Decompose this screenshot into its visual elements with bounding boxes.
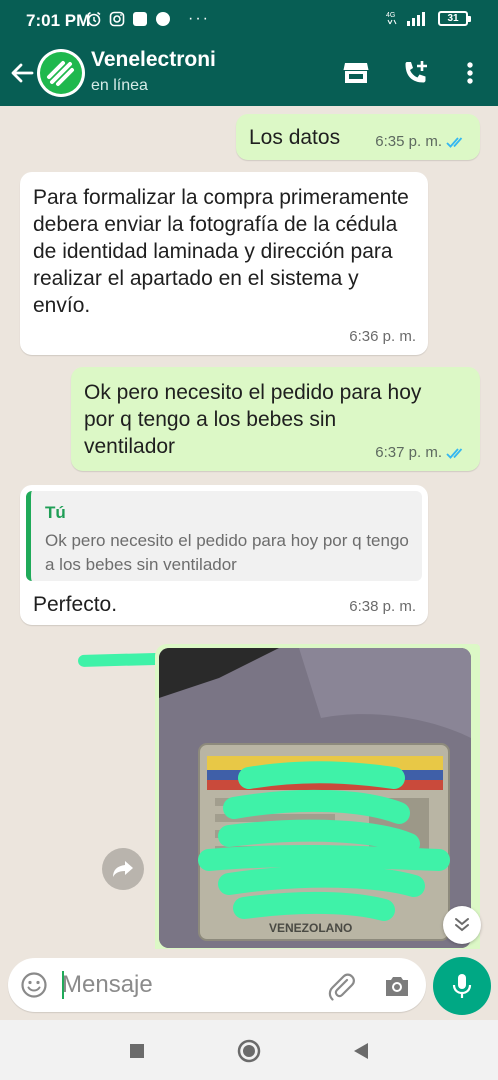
more-options-button[interactable] xyxy=(454,57,486,89)
recents-square-icon xyxy=(130,1044,144,1058)
battery-icon: 31 xyxy=(438,10,471,26)
voice-message-button[interactable] xyxy=(433,957,491,1015)
camera-icon[interactable] xyxy=(382,971,412,1001)
scroll-to-bottom-button[interactable] xyxy=(443,906,481,944)
back-arrow-icon[interactable] xyxy=(8,59,36,87)
message-input[interactable]: Mensaje xyxy=(62,971,153,999)
message-input-container: Mensaje xyxy=(8,958,426,1012)
microphone-icon xyxy=(452,974,472,998)
add-call-icon xyxy=(405,61,427,83)
photo-content: VENEZOLANO xyxy=(159,648,471,948)
more-vert-icon xyxy=(467,62,473,84)
home-circle-icon xyxy=(237,1039,261,1063)
double-chevron-down-icon xyxy=(455,918,469,932)
app-notification-icon xyxy=(133,12,147,26)
message-meta: 6:35 p. m. xyxy=(375,133,468,150)
message-text: Para formalizar la compra primeramente d… xyxy=(33,186,409,317)
status-time: 7:01 PM xyxy=(26,11,91,30)
emoji-icon[interactable] xyxy=(20,971,48,999)
network-type-icon: 4G xyxy=(386,12,397,25)
id-card-photo[interactable]: VENEZOLANO xyxy=(159,648,471,948)
message-bubble-incoming[interactable]: Para formalizar la compra primeramente d… xyxy=(20,172,428,355)
venelectroni-logo-icon xyxy=(40,52,82,94)
circle-notification-icon xyxy=(156,12,170,26)
store-button[interactable] xyxy=(340,57,372,89)
message-input-bar: Mensaje xyxy=(0,949,498,1020)
quote-author: Tú xyxy=(45,503,66,522)
message-time: 6:35 p. m. xyxy=(375,133,442,150)
message-bubble-outgoing[interactable]: Ok pero necesito el pedido para hoy por … xyxy=(71,367,480,471)
chat-area[interactable]: Los datos 6:35 p. m. Para formalizar la … xyxy=(0,106,498,949)
id-card-text: VENEZOLANO xyxy=(269,921,352,935)
recents-button[interactable] xyxy=(124,1038,150,1064)
message-time: 6:36 p. m. xyxy=(349,328,416,345)
contact-name[interactable]: Venelectroni xyxy=(91,48,216,72)
chat-header: Venelectroni en línea xyxy=(0,40,498,106)
attach-icon[interactable] xyxy=(326,971,356,1001)
read-ticks-icon xyxy=(446,136,463,148)
message-meta: 6:37 p. m. xyxy=(375,444,468,461)
add-call-button[interactable] xyxy=(399,57,431,89)
battery-level: 31 xyxy=(447,12,459,24)
store-icon xyxy=(343,63,369,83)
message-text: Los datos xyxy=(249,126,341,149)
message-bubble-outgoing-image[interactable]: VENEZOLANO xyxy=(155,644,480,949)
contact-status: en línea xyxy=(91,77,148,94)
contact-avatar[interactable] xyxy=(37,49,85,97)
status-bar: 7:01 PM ··· 4G 31 xyxy=(0,0,498,40)
forward-button[interactable] xyxy=(102,848,144,890)
instagram-icon xyxy=(109,11,125,27)
back-button[interactable] xyxy=(348,1038,374,1064)
message-time: 6:38 p. m. xyxy=(349,598,416,615)
message-text: Perfecto. xyxy=(33,593,118,616)
quote-text: Ok pero necesito el pedido para hoy por … xyxy=(45,531,409,574)
read-ticks-icon xyxy=(446,447,463,459)
home-button[interactable] xyxy=(236,1038,262,1064)
status-notification-icons: ··· xyxy=(86,11,210,27)
back-triangle-icon xyxy=(354,1043,368,1059)
message-meta: 6:36 p. m. xyxy=(349,328,416,345)
signal-icon xyxy=(407,12,425,26)
quoted-message[interactable]: Tú Ok pero necesito el pedido para hoy p… xyxy=(26,491,422,581)
message-text: Ok pero necesito el pedido para hoy por … xyxy=(84,381,422,458)
svg-text:4G: 4G xyxy=(386,12,395,19)
message-meta: 6:38 p. m. xyxy=(349,598,416,615)
message-bubble-outgoing[interactable]: Los datos 6:35 p. m. xyxy=(236,114,480,160)
message-bubble-incoming-reply[interactable]: Tú Ok pero necesito el pedido para hoy p… xyxy=(20,485,428,625)
message-time: 6:37 p. m. xyxy=(375,444,442,461)
system-navigation-bar xyxy=(0,1020,498,1080)
more-notifications-icon: ··· xyxy=(188,10,210,27)
forward-icon xyxy=(113,861,133,877)
status-system-icons: 4G 31 xyxy=(386,10,471,26)
alarm-icon xyxy=(87,11,101,27)
